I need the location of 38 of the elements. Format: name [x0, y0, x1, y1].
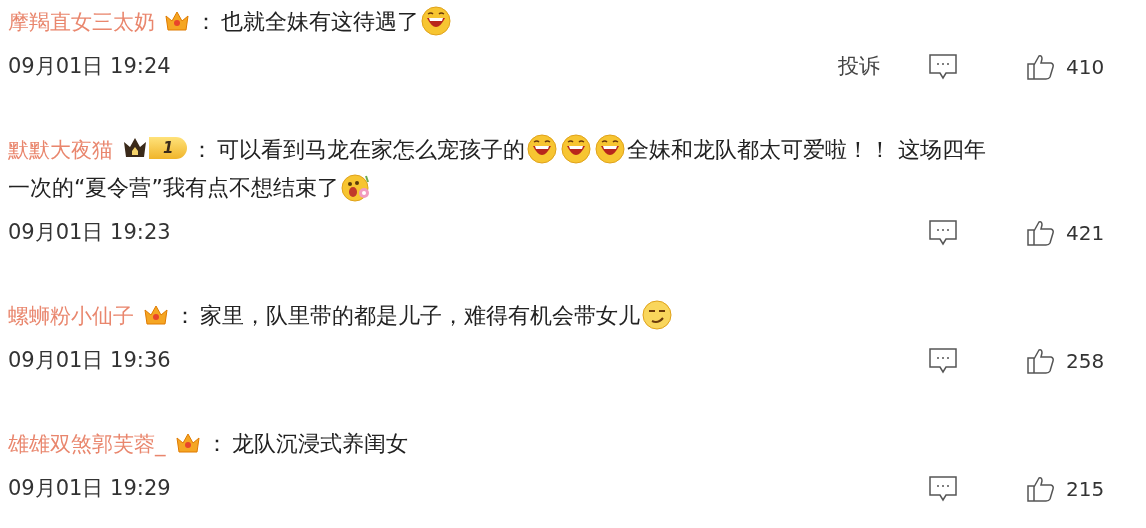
- face-with-flower-icon: [340, 172, 371, 202]
- username[interactable]: 螺蛳粉小仙子: [8, 304, 134, 328]
- laughing-face-icon: [421, 6, 451, 36]
- comment-icon[interactable]: [928, 475, 958, 503]
- username[interactable]: 摩羯直女三太奶: [8, 10, 155, 34]
- timestamp: 09月01日 19:24: [8, 53, 172, 81]
- like-count: 215: [1066, 476, 1105, 503]
- separator: ：: [174, 303, 196, 328]
- comment-icon[interactable]: [928, 53, 958, 81]
- timestamp: 09月01日 19:29: [8, 475, 172, 503]
- comment-text: 一次的“夏令营”我有点不想结束了: [8, 175, 339, 200]
- separator: ：: [191, 137, 214, 162]
- separator: ：: [205, 431, 228, 456]
- laughing-face-icon: [595, 134, 626, 164]
- timestamp: 09月01日 19:36: [8, 347, 172, 375]
- username[interactable]: 雄雄双煞郭芙蓉_: [8, 432, 166, 456]
- like-count: 258: [1066, 348, 1105, 375]
- comment-text: 可以看到马龙在家怎么宠孩子的: [217, 137, 526, 162]
- level-badge: 1: [121, 135, 188, 161]
- comment-text: 龙队沉浸式养闺女: [231, 431, 408, 456]
- laughing-face-icon: [527, 134, 558, 164]
- report-link[interactable]: 投诉: [838, 51, 880, 83]
- username[interactable]: 默默大夜猫: [8, 138, 113, 162]
- like-count: 421: [1066, 220, 1105, 247]
- comment-text: 也就全妹有这待遇了: [221, 9, 419, 34]
- comment-text: 家里，队里带的都是儿子，难得有机会带女儿: [200, 303, 640, 328]
- comment-text: 全妹和龙队都太可爱啦！！ 这场四年: [627, 137, 987, 162]
- thumbs-up-icon[interactable]: [1026, 53, 1056, 81]
- thumbs-up-icon[interactable]: [1026, 475, 1056, 503]
- comment-icon[interactable]: [928, 219, 958, 247]
- thumbs-up-icon[interactable]: [1026, 219, 1056, 247]
- separator: ：: [195, 9, 217, 34]
- comment-icon[interactable]: [928, 347, 958, 375]
- like-count: 410: [1066, 54, 1105, 81]
- laughing-face-icon: [561, 134, 592, 164]
- timestamp: 09月01日 19:23: [8, 219, 172, 247]
- smirking-face-icon: [642, 300, 672, 330]
- thumbs-up-icon[interactable]: [1026, 347, 1056, 375]
